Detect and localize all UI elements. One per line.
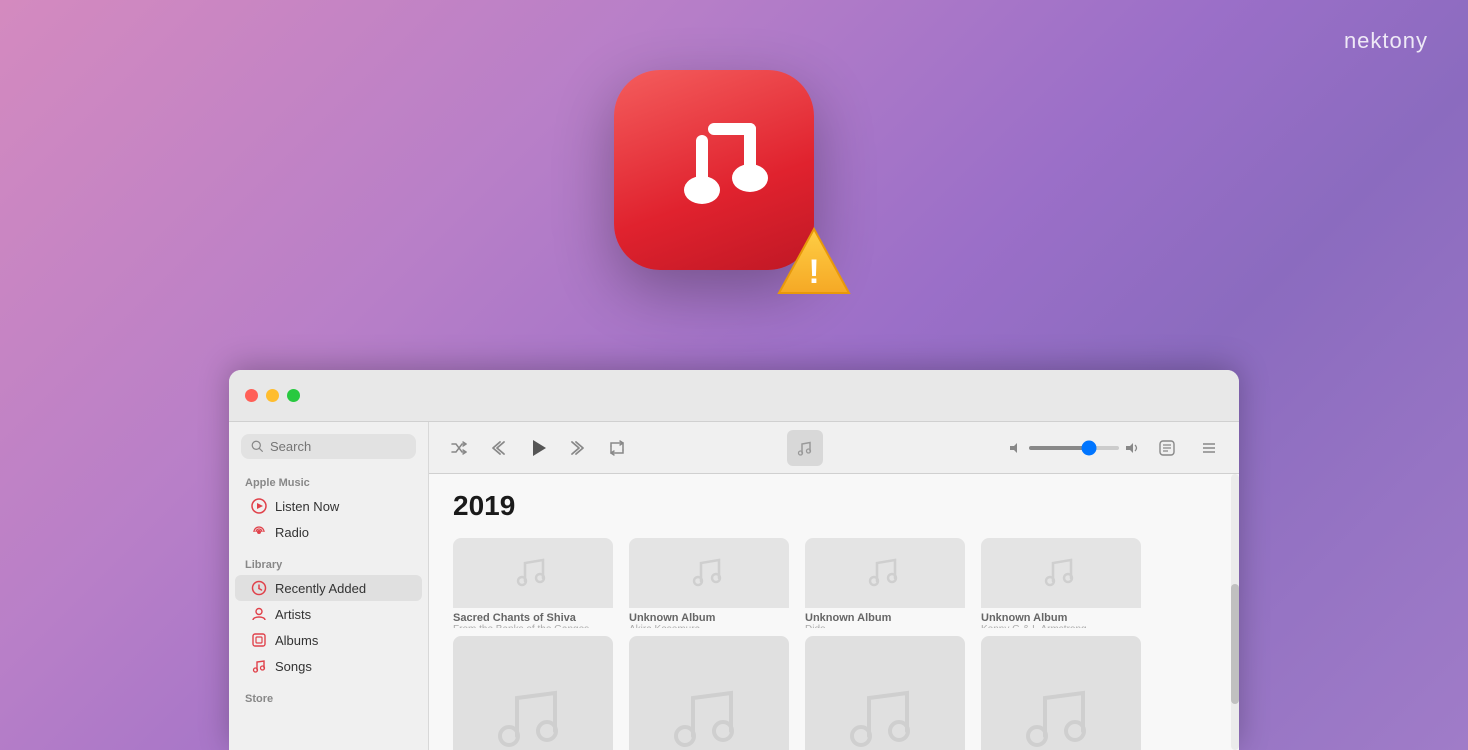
album-title-top: Unknown Album (805, 612, 965, 624)
back-icon (488, 439, 506, 457)
section-label-store: Store (229, 687, 428, 709)
list-item[interactable]: Unknown Album Library Tapes (453, 636, 613, 750)
listen-now-label: Listen Now (275, 499, 339, 514)
songs-label: Songs (275, 659, 312, 674)
toolbar-controls (445, 431, 631, 465)
shuffle-button[interactable] (445, 434, 473, 462)
sidebar-item-artists[interactable]: Artists (235, 601, 422, 627)
warning-badge: ! (774, 225, 854, 302)
svg-text:!: ! (808, 253, 819, 291)
lyrics-button[interactable] (1153, 434, 1181, 462)
album-subtitle-top: Akira Kosemura (629, 624, 789, 628)
volume-high-icon (1125, 441, 1139, 455)
album-subtitle-top: Dido (805, 624, 965, 628)
albums-row: Unknown Album Library Tapes (453, 636, 1215, 750)
album-subtitle-top: Kenny G & L.Armstrong (981, 624, 1141, 628)
search-input-wrapper[interactable] (241, 434, 416, 459)
repeat-icon (608, 439, 626, 457)
shuffle-icon (450, 439, 468, 457)
artists-label: Artists (275, 607, 311, 622)
nektony-logo: nektony (1344, 28, 1428, 54)
recently-added-icon (251, 580, 267, 596)
artists-icon (251, 606, 267, 622)
list-item[interactable]: Unknown Album Moby (805, 636, 965, 750)
year-header: 2019 (453, 490, 1215, 522)
sidebar-item-recently-added[interactable]: Recently Added (235, 575, 422, 601)
lyrics-icon (1158, 439, 1176, 457)
sidebar-item-albums[interactable]: Albums (235, 627, 422, 653)
app-window: Apple Music Listen Now (229, 370, 1239, 750)
section-label-apple-music: Apple Music (229, 471, 428, 493)
list-item[interactable]: Unknown Album Dido (805, 538, 965, 628)
scrollbar-track[interactable] (1231, 474, 1239, 750)
sidebar-item-listen-now[interactable]: Listen Now (235, 493, 422, 519)
music-note-icon (654, 110, 774, 230)
forward-icon (570, 439, 588, 457)
toolbar-right (1009, 434, 1223, 462)
traffic-lights (245, 389, 300, 402)
close-button[interactable] (245, 389, 258, 402)
list-item[interactable]: Sacred Chants of Shiva From the Banks of… (453, 538, 613, 628)
repeat-button[interactable] (603, 434, 631, 462)
volume-slider[interactable] (1029, 446, 1119, 450)
main-content: 2019 Sacred Chants of Shiva (429, 422, 1239, 750)
list-item[interactable]: Unknown Album Michael Jackson (629, 636, 789, 750)
minimize-button[interactable] (266, 389, 279, 402)
album-title-top: Sacred Chants of Shiva (453, 612, 613, 624)
maximize-button[interactable] (287, 389, 300, 402)
volume-low-icon (1009, 441, 1023, 455)
music-note-toolbar-icon (787, 430, 823, 466)
section-label-library: Library (229, 553, 428, 575)
list-icon (1200, 439, 1218, 457)
sidebar-item-songs[interactable]: Songs (235, 653, 422, 679)
radio-icon (251, 524, 267, 540)
listen-now-icon (251, 498, 267, 514)
play-button[interactable] (521, 431, 555, 465)
songs-icon (251, 658, 267, 674)
list-item[interactable]: Unknown Album Akira Kosemura (629, 538, 789, 628)
search-input[interactable] (270, 439, 406, 454)
list-item[interactable]: Unknown Album Oskar Schuster (981, 636, 1141, 750)
albums-icon (251, 632, 267, 648)
window-body: Apple Music Listen Now (229, 422, 1239, 750)
album-subtitle-top: From the Banks of the Ganges (453, 624, 613, 628)
list-item[interactable]: Unknown Album Kenny G & L.Armstrong (981, 538, 1141, 628)
list-button[interactable] (1195, 434, 1223, 462)
play-icon (527, 437, 549, 459)
top-albums-row: Sacred Chants of Shiva From the Banks of… (453, 538, 1215, 628)
sidebar: Apple Music Listen Now (229, 422, 429, 750)
content-area[interactable]: 2019 Sacred Chants of Shiva (429, 474, 1239, 750)
search-container (229, 434, 428, 471)
albums-label: Albums (275, 633, 318, 648)
toolbar (429, 422, 1239, 474)
title-bar (229, 370, 1239, 422)
back-button[interactable] (483, 434, 511, 462)
scrollbar-thumb[interactable] (1231, 584, 1239, 704)
album-title-top: Unknown Album (629, 612, 789, 624)
volume-control (1009, 441, 1139, 455)
app-icon-container: ! (614, 70, 854, 310)
album-title-top: Unknown Album (981, 612, 1141, 624)
forward-button[interactable] (565, 434, 593, 462)
sidebar-item-radio[interactable]: Radio (235, 519, 422, 545)
recently-added-label: Recently Added (275, 581, 366, 596)
radio-label: Radio (275, 525, 309, 540)
search-icon (251, 440, 264, 453)
